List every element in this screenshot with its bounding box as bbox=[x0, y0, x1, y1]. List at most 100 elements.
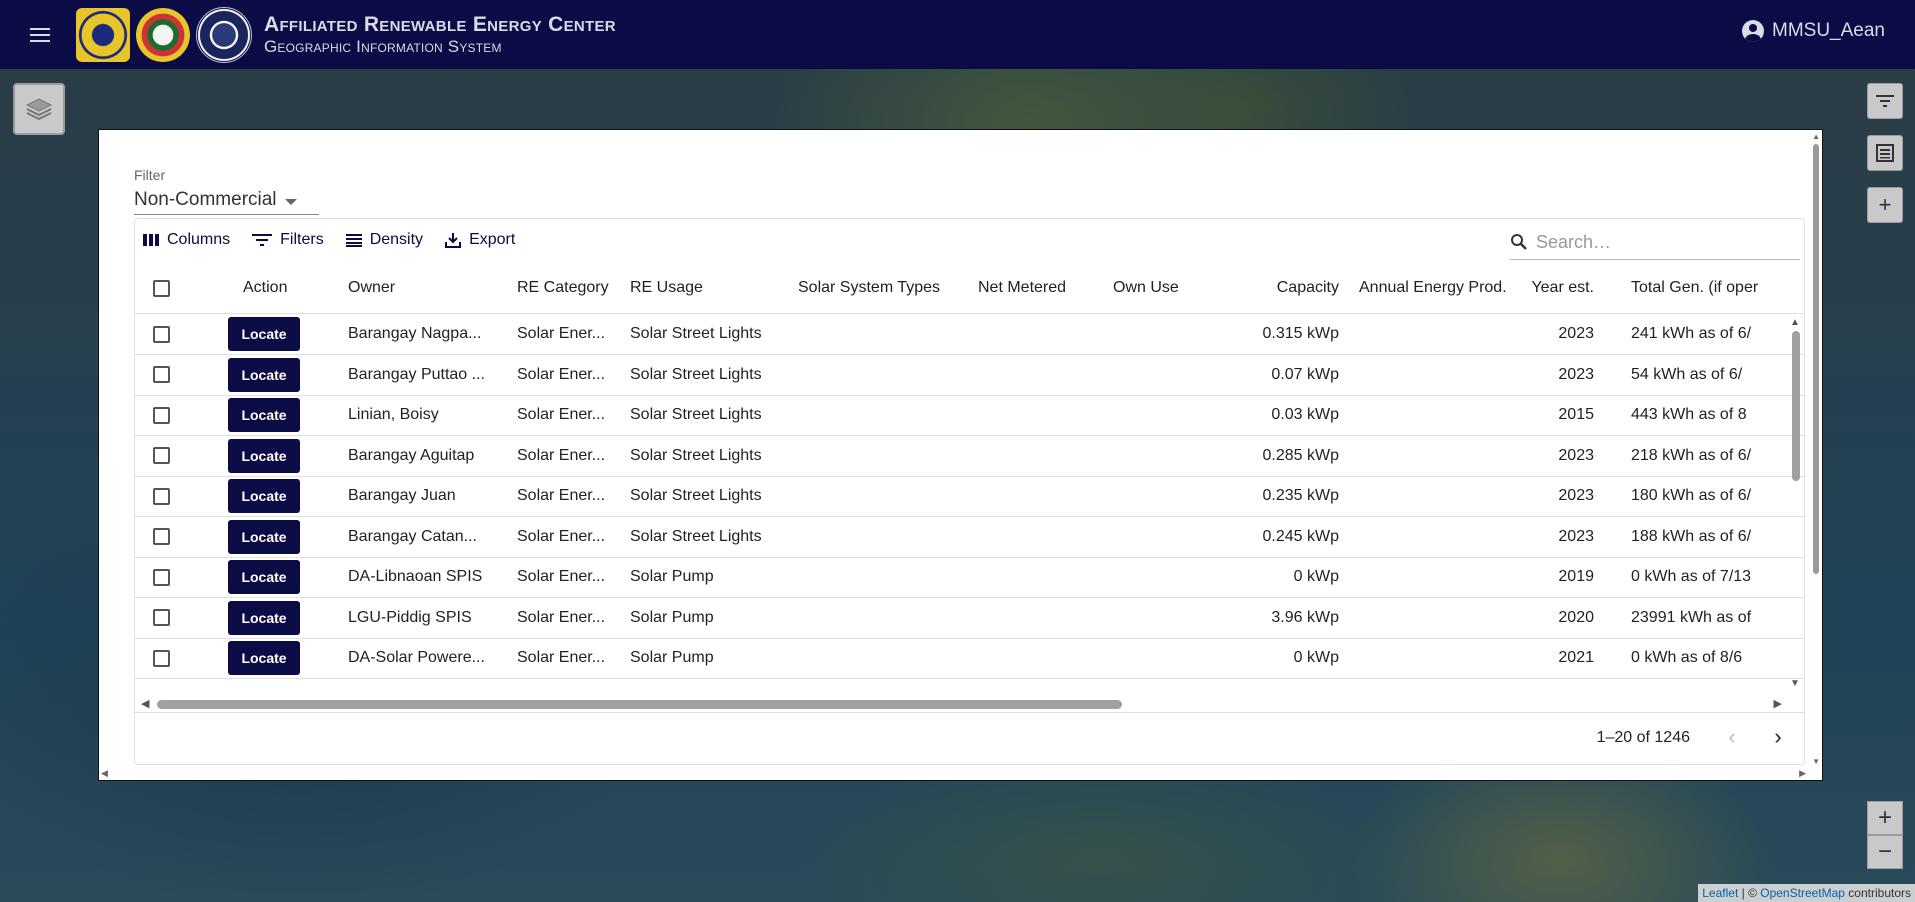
row-action-cell: Locate bbox=[228, 395, 300, 435]
locate-button[interactable]: Locate bbox=[228, 600, 300, 635]
user-menu[interactable]: MMSU_Aean bbox=[1742, 20, 1885, 42]
column-header-year-est[interactable]: Year est. bbox=[1521, 263, 1594, 313]
row-checkbox[interactable] bbox=[153, 325, 170, 343]
account-icon bbox=[1742, 20, 1764, 42]
username: MMSU_Aean bbox=[1772, 20, 1885, 41]
column-header-total-gen[interactable]: Total Gen. (if oper bbox=[1631, 263, 1758, 313]
locate-button[interactable]: Locate bbox=[228, 560, 300, 594]
column-header-capacity[interactable]: Capacity bbox=[1235, 263, 1339, 313]
row-checkbox[interactable] bbox=[153, 447, 170, 464]
table-horizontal-scrollbar[interactable]: ◀ ▶ bbox=[135, 697, 1804, 711]
cell-year-est: 2020 bbox=[1558, 608, 1594, 626]
column-header-re-usage[interactable]: RE Usage bbox=[630, 263, 703, 313]
osm-link[interactable]: OpenStreetMap bbox=[1760, 886, 1845, 900]
locate-button[interactable]: Locate bbox=[228, 519, 300, 554]
row-checkbox[interactable] bbox=[153, 487, 170, 505]
zoom-in-button[interactable]: + bbox=[1867, 801, 1903, 835]
column-header-net-metered[interactable]: Net Metered bbox=[978, 263, 1066, 313]
table-row[interactable]: Locate DA-Libnaoan SPIS Solar Ener... Solar… bbox=[135, 557, 1804, 598]
app-title: Affiliated Renewable Energy Center bbox=[264, 12, 616, 36]
row-action-cell: Locate bbox=[228, 476, 300, 516]
table-row[interactable]: Locate Barangay Aguitap Solar Ener... Solar… bbox=[135, 436, 1804, 477]
modal-scroll-right-icon[interactable]: ▶ bbox=[1799, 768, 1806, 779]
filters-label: Filters bbox=[280, 231, 324, 248]
menu-icon[interactable] bbox=[20, 15, 60, 55]
column-header-owner[interactable]: Owner bbox=[348, 263, 395, 313]
cell-owner: Barangay Puttao ... bbox=[348, 365, 485, 383]
zoom-control: + − bbox=[1867, 801, 1903, 869]
layers-control[interactable] bbox=[13, 83, 65, 135]
columns-button[interactable]: Columns bbox=[143, 231, 230, 249]
row-select-cell bbox=[153, 557, 170, 597]
row-checkbox[interactable] bbox=[153, 649, 170, 667]
zoom-out-button[interactable]: − bbox=[1867, 835, 1903, 869]
density-button[interactable]: Density bbox=[345, 231, 423, 249]
cell-year-est: 2023 bbox=[1558, 446, 1594, 464]
row-checkbox[interactable] bbox=[153, 406, 170, 424]
locate-button[interactable]: Locate bbox=[228, 398, 300, 432]
locate-button[interactable]: Locate bbox=[228, 641, 300, 675]
row-select-cell bbox=[153, 314, 170, 354]
modal-scroll-left-icon[interactable]: ◀ bbox=[101, 768, 108, 779]
cell-owner: DA-Libnaoan SPIS bbox=[348, 568, 483, 585]
select-all-checkbox[interactable] bbox=[153, 279, 170, 297]
table-row[interactable]: Locate Barangay Juan Solar Ener... Solar St… bbox=[135, 476, 1804, 517]
column-header-own-use[interactable]: Own Use bbox=[1113, 263, 1179, 313]
table-row[interactable]: Locate Linian, Boisy Solar Ener... Solar St… bbox=[135, 395, 1804, 436]
cell-capacity: 0.315 kWp bbox=[1262, 325, 1339, 342]
cell-capacity: 0 kWp bbox=[1293, 649, 1339, 666]
scroll-left-icon[interactable]: ◀ bbox=[141, 697, 149, 710]
table-icon bbox=[1876, 144, 1894, 162]
table-row[interactable]: Locate Barangay Puttao ... Solar Ener... So… bbox=[135, 355, 1804, 396]
scroll-down-icon[interactable]: ▼ bbox=[1790, 678, 1800, 689]
search-input[interactable] bbox=[1534, 230, 1778, 254]
row-checkbox[interactable] bbox=[153, 366, 170, 383]
modal-scroll-down-icon[interactable]: ▼ bbox=[1812, 757, 1820, 766]
export-label: Export bbox=[469, 231, 516, 248]
locate-button[interactable]: Locate bbox=[228, 479, 300, 513]
modal-scroll-up-icon[interactable]: ▲ bbox=[1812, 132, 1820, 141]
table-vertical-scroll-thumb[interactable] bbox=[1792, 331, 1800, 481]
cell-total-gen: 0 kWh as of 8/6 bbox=[1631, 649, 1743, 666]
table-vertical-scrollbar[interactable]: ▲ ▼ bbox=[1788, 317, 1802, 689]
scroll-up-icon[interactable]: ▲ bbox=[1790, 317, 1800, 328]
row-checkbox[interactable] bbox=[153, 528, 170, 545]
app-title-block: Affiliated Renewable Energy Center Geogr… bbox=[264, 12, 616, 58]
locate-button[interactable]: Locate bbox=[228, 357, 300, 392]
modal-vertical-scrollbar[interactable]: ▲ ▼ bbox=[1808, 130, 1822, 780]
locate-button[interactable]: Locate bbox=[228, 438, 300, 473]
export-button[interactable]: Export bbox=[445, 231, 515, 249]
leaflet-link[interactable]: Leaflet bbox=[1702, 886, 1738, 900]
cell-owner: Barangay Juan bbox=[348, 487, 456, 504]
table-horizontal-scroll-thumb[interactable] bbox=[157, 700, 1122, 709]
column-header-annual-energy[interactable]: Annual Energy Prod. bbox=[1359, 263, 1507, 313]
previous-page-button[interactable]: ‹ bbox=[1720, 724, 1744, 749]
cell-year-est: 2023 bbox=[1558, 365, 1594, 383]
column-header-re-category[interactable]: RE Category bbox=[517, 263, 609, 313]
cell-owner: Barangay Nagpa... bbox=[348, 325, 482, 342]
filters-button[interactable]: Filters bbox=[252, 231, 324, 249]
row-checkbox[interactable] bbox=[153, 568, 170, 586]
search-box bbox=[1510, 225, 1800, 260]
table-tool-button[interactable] bbox=[1867, 135, 1903, 171]
next-page-button[interactable]: › bbox=[1766, 724, 1790, 749]
cell-re-usage: Solar Street Lights bbox=[630, 365, 762, 383]
filter-select[interactable]: Non-Commercial bbox=[134, 186, 319, 215]
column-header-solar-system-types[interactable]: Solar System Types bbox=[798, 263, 940, 313]
table-row[interactable]: Locate DA-Solar Powere... Solar Ener... Sol… bbox=[135, 638, 1804, 679]
table-row[interactable]: Locate Barangay Catan... Solar Ener... Sola… bbox=[135, 517, 1804, 558]
row-checkbox[interactable] bbox=[153, 609, 170, 626]
locate-button[interactable]: Locate bbox=[228, 317, 300, 351]
add-tool-button[interactable]: + bbox=[1867, 187, 1903, 223]
cell-year-est: 2021 bbox=[1558, 649, 1594, 666]
cell-total-gen: 188 kWh as of 6/ bbox=[1631, 527, 1752, 545]
table-row[interactable]: Locate Barangay Nagpa... Solar Ener... Sola… bbox=[135, 314, 1804, 355]
table-row[interactable]: Locate LGU-Piddig SPIS Solar Ener... Solar … bbox=[135, 598, 1804, 639]
cell-re-usage: Solar Street Lights bbox=[630, 487, 762, 504]
modal-scroll-thumb[interactable] bbox=[1813, 144, 1819, 574]
cell-re-usage: Solar Pump bbox=[630, 568, 714, 585]
column-header-action[interactable]: Action bbox=[243, 263, 287, 313]
cell-owner: Linian, Boisy bbox=[348, 406, 439, 423]
filter-tool-button[interactable] bbox=[1867, 83, 1903, 119]
scroll-right-icon[interactable]: ▶ bbox=[1774, 697, 1782, 710]
